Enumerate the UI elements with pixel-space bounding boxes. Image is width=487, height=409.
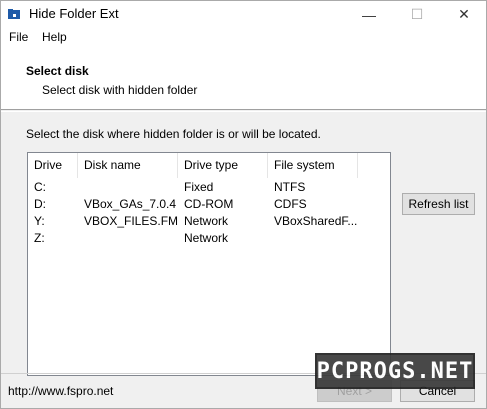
watermark-logo: PCPROGS.NET [315,353,475,389]
column-file-system[interactable]: File system [268,153,358,178]
table-row[interactable]: C: Fixed NTFS [28,179,390,196]
header-title: Select disk [26,64,89,78]
refresh-list-button[interactable]: Refresh list [402,193,475,215]
folder-lock-icon [7,7,21,21]
drive-type-cell: CD-ROM [184,197,234,211]
file-system-cell: CDFS [274,197,307,211]
column-disk-name[interactable]: Disk name [78,153,178,178]
table-row[interactable]: Y: VBOX_FILES.FM Network VBoxSharedF... [28,213,390,230]
menu-bar: File Help [1,28,486,48]
website-link[interactable]: http://www.fspro.net [8,384,113,398]
file-system-cell: NTFS [274,180,306,194]
window-title: Hide Folder Ext [29,6,119,21]
drive-type-cell: Network [184,214,229,228]
drive-type-cell: Fixed [184,180,214,194]
menu-help[interactable]: Help [41,30,68,44]
drive-cell: D: [34,197,46,211]
file-system-cell [268,230,358,247]
instruction-text: Select the disk where hidden folder is o… [26,127,321,141]
header-subtitle: Select disk with hidden folder [42,83,198,97]
table-row[interactable]: Z: Network [28,230,390,247]
disk-name-cell [78,230,178,247]
wizard-header: Select disk Select disk with hidden fold… [1,48,486,110]
disk-list[interactable]: Drive Disk name Drive type File system C… [27,152,391,376]
drive-cell: Z: [34,231,45,245]
column-drive-type[interactable]: Drive type [178,153,268,178]
drive-cell: C: [34,180,46,194]
menu-file[interactable]: File [8,30,29,44]
app-window: Hide Folder Ext — ☐ ✕ File Help Select d… [0,0,487,409]
close-button[interactable]: ✕ [441,1,486,28]
minimize-button[interactable]: — [346,1,392,28]
table-row[interactable]: D: VBox_GAs_7.0.4 CD-ROM CDFS [28,196,390,213]
maximize-button[interactable]: ☐ [394,1,440,28]
drive-type-cell: Network [184,231,229,245]
file-system-cell: VBoxSharedF... [274,214,358,228]
column-drive[interactable]: Drive [28,153,78,178]
drive-cell: Y: [34,214,45,228]
list-header: Drive Disk name Drive type File system [28,153,390,178]
disk-name-cell: VBox_GAs_7.0.4 [84,197,177,211]
header-divider [1,111,486,112]
disk-name-cell: VBOX_FILES.FM [84,214,178,228]
title-bar[interactable]: Hide Folder Ext — ☐ ✕ [1,1,486,28]
disk-name-cell [78,179,178,196]
